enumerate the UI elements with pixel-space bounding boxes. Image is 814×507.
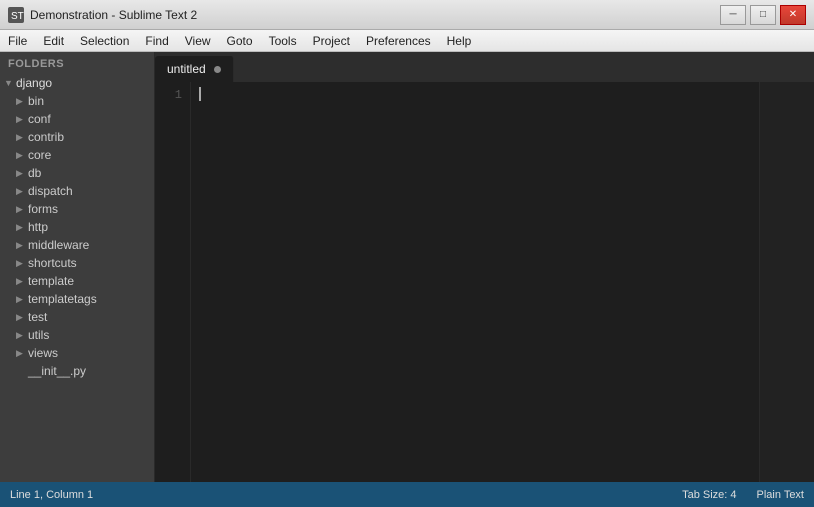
editor-content[interactable]: 1 [155,82,814,482]
main-layout: FOLDERS ▼django▶bin▶conf▶contrib▶core▶db… [0,52,814,482]
sidebar-item-http[interactable]: ▶http [0,218,154,236]
sidebar-item-utils[interactable]: ▶utils [0,326,154,344]
folders-label: FOLDERS [0,52,154,74]
status-right: Tab Size: 4 Plain Text [682,489,804,501]
sidebar-item-forms[interactable]: ▶forms [0,200,154,218]
sidebar: FOLDERS ▼django▶bin▶conf▶contrib▶core▶db… [0,52,155,482]
line-numbers: 1 [155,82,191,482]
tab-label: untitled [167,62,206,76]
status-tab-size[interactable]: Tab Size: 4 [682,489,736,501]
window-controls: ─ □ ✕ [720,5,806,25]
window-title: Demonstration - Sublime Text 2 [30,8,720,22]
menu-item-file[interactable]: File [0,30,35,51]
menu-item-find[interactable]: Find [137,30,176,51]
svg-text:ST: ST [11,11,24,22]
sidebar-item-conf[interactable]: ▶conf [0,110,154,128]
menu-item-view[interactable]: View [177,30,219,51]
sidebar-item-contrib[interactable]: ▶contrib [0,128,154,146]
sidebar-item-core[interactable]: ▶core [0,146,154,164]
sidebar-item-template[interactable]: ▶template [0,272,154,290]
sidebar-item-django[interactable]: ▼django [0,74,154,92]
menu-item-goto[interactable]: Goto [219,30,261,51]
sidebar-item-test[interactable]: ▶test [0,308,154,326]
sidebar-item---init---py[interactable]: ▶__init__.py [0,362,154,380]
menu-item-tools[interactable]: Tools [261,30,305,51]
menu-item-edit[interactable]: Edit [35,30,72,51]
menu-item-project[interactable]: Project [305,30,358,51]
menu-item-help[interactable]: Help [439,30,480,51]
status-syntax[interactable]: Plain Text [757,489,805,501]
app-icon: ST [8,7,24,23]
tab-modified-indicator [214,66,221,73]
minimize-button[interactable]: ─ [720,5,746,25]
menu-item-preferences[interactable]: Preferences [358,30,439,51]
status-bar: Line 1, Column 1 Tab Size: 4 Plain Text [0,482,814,507]
maximize-button[interactable]: □ [750,5,776,25]
editor-area: untitled 1 [155,52,814,482]
line-number-1: 1 [155,86,182,105]
editor-tab[interactable]: untitled [155,56,234,82]
sidebar-tree: ▼django▶bin▶conf▶contrib▶core▶db▶dispatc… [0,74,154,380]
sidebar-item-db[interactable]: ▶db [0,164,154,182]
minimap [759,82,814,482]
title-bar: ST Demonstration - Sublime Text 2 ─ □ ✕ [0,0,814,30]
status-position[interactable]: Line 1, Column 1 [10,489,682,501]
code-editor[interactable] [191,82,814,482]
sidebar-item-middleware[interactable]: ▶middleware [0,236,154,254]
sidebar-item-dispatch[interactable]: ▶dispatch [0,182,154,200]
tab-bar: untitled [155,52,814,82]
sidebar-item-bin[interactable]: ▶bin [0,92,154,110]
sidebar-item-templatetags[interactable]: ▶templatetags [0,290,154,308]
sidebar-item-shortcuts[interactable]: ▶shortcuts [0,254,154,272]
close-button[interactable]: ✕ [780,5,806,25]
sidebar-item-views[interactable]: ▶views [0,344,154,362]
menu-bar: FileEditSelectionFindViewGotoToolsProjec… [0,30,814,52]
menu-item-selection[interactable]: Selection [72,30,137,51]
text-cursor [199,87,201,101]
